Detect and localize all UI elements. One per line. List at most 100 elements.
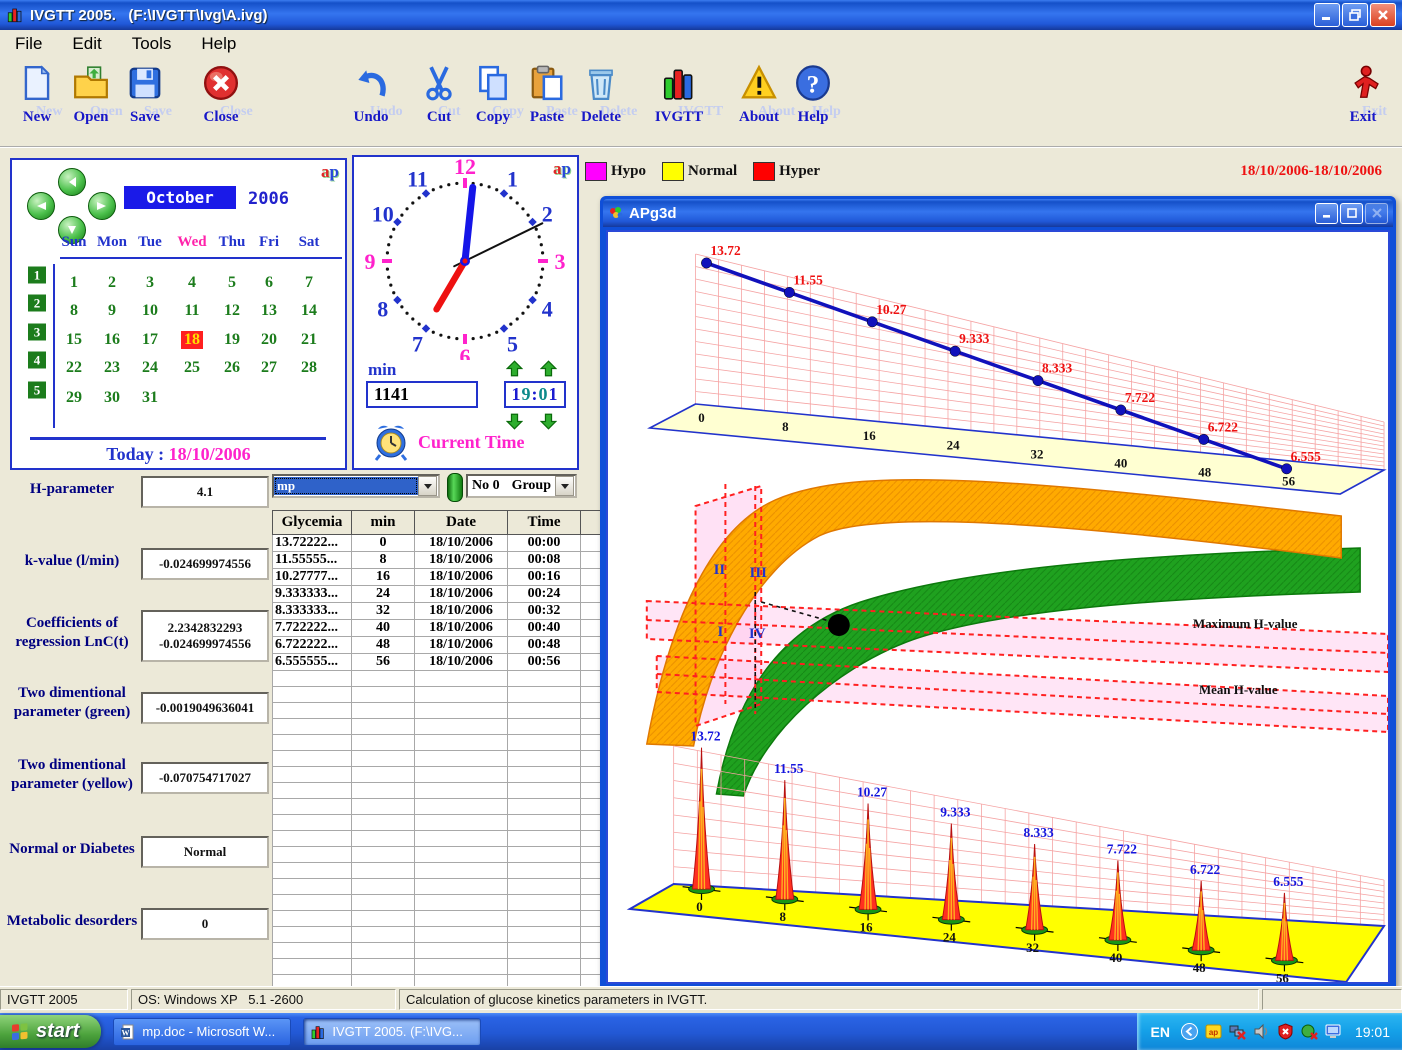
cut-button[interactable]: Cut Cut (412, 64, 466, 126)
calendar-day-cell[interactable]: 13 (258, 302, 280, 320)
table-row[interactable] (272, 798, 603, 815)
minute-down-button[interactable] (539, 413, 558, 430)
calendar-day-cell[interactable]: 24 (139, 359, 161, 377)
calendar-day-cell[interactable]: 22 (63, 359, 85, 377)
table-row[interactable] (272, 878, 603, 895)
table-row[interactable] (272, 782, 603, 799)
paste-button[interactable]: Paste Paste (520, 64, 578, 126)
calendar-day-cell[interactable]: 14 (298, 302, 320, 320)
menu-tools[interactable]: Tools (117, 31, 187, 57)
table-row[interactable]: 7.722222... 40 18/10/2006 00:40 (272, 619, 603, 637)
calendar-month[interactable]: October (124, 186, 236, 209)
hour-down-button[interactable] (505, 413, 524, 430)
table-row[interactable]: 8.333333... 32 18/10/2006 00:32 (272, 602, 603, 620)
hour-up-button[interactable] (505, 360, 524, 377)
calendar-day-cell[interactable]: 6 (262, 274, 276, 292)
minutes-input[interactable]: 1141 (366, 381, 478, 408)
table-row[interactable]: 10.27777... 16 18/10/2006 00:16 (272, 568, 603, 586)
calendar-day-cell[interactable]: 30 (101, 389, 123, 407)
calendar-day-cell[interactable]: 29 (63, 389, 85, 407)
calendar-day-cell[interactable]: 28 (298, 359, 320, 377)
table-row[interactable] (272, 750, 603, 767)
calendar-day-cell[interactable]: 10 (139, 302, 161, 320)
table-row[interactable]: 6.555555... 56 18/10/2006 00:56 (272, 653, 603, 671)
table-row[interactable] (272, 670, 603, 687)
calendar-day-cell[interactable]: 8 (67, 302, 81, 320)
apg3d-maximize-button[interactable] (1340, 202, 1363, 224)
table-row[interactable] (272, 846, 603, 863)
table-row[interactable] (272, 734, 603, 751)
close-file-button[interactable]: Close Close (194, 64, 253, 126)
hide-icons-chevron[interactable] (1180, 1023, 1198, 1040)
menu-edit[interactable]: Edit (57, 31, 116, 57)
calendar-day-cell[interactable]: 23 (101, 359, 123, 377)
calendar-prev-month-button[interactable] (27, 192, 55, 220)
menu-help[interactable]: Help (186, 31, 251, 57)
time-display[interactable]: 19:01 (504, 381, 566, 408)
table-row[interactable]: 9.333333... 24 18/10/2006 00:24 (272, 585, 603, 603)
calendar-day-cell[interactable]: 18 (181, 331, 203, 349)
calendar-day-cell[interactable]: 7 (302, 274, 316, 292)
calendar-day-cell[interactable]: 15 (63, 331, 85, 349)
title-bar[interactable]: IVGTT 2005. (F:\IVGTT\Ivg\A.ivg) (0, 0, 1402, 30)
tray-ap-icon[interactable]: ap (1205, 1023, 1222, 1040)
task-ivgtt[interactable]: IVGTT 2005. (F:\IVG... (303, 1017, 482, 1046)
calendar-day-cell[interactable]: 17 (139, 331, 161, 349)
ivgtt-button[interactable]: IVGTT IVGTT (652, 64, 723, 126)
table-row[interactable] (272, 686, 603, 703)
group-combobox[interactable]: No 0 Group (466, 474, 577, 498)
apg3d-minimize-button[interactable] (1315, 202, 1338, 224)
tray-display-icon[interactable] (1325, 1023, 1342, 1040)
undo-button[interactable]: Undo Undo (344, 64, 403, 126)
table-row[interactable] (272, 830, 603, 847)
patient-combobox[interactable]: mp (272, 474, 440, 498)
table-row[interactable]: 11.55555... 8 18/10/2006 00:08 (272, 551, 603, 569)
table-row[interactable] (272, 766, 603, 783)
exit-button[interactable]: Exit Exit (1336, 64, 1390, 126)
table-row[interactable] (272, 862, 603, 879)
calendar-day-cell[interactable]: 25 (181, 359, 203, 377)
copy-button[interactable]: Copy Copy (466, 64, 524, 126)
calendar-day-cell[interactable]: 11 (181, 302, 202, 320)
save-button[interactable]: Save Save (118, 64, 172, 126)
close-button[interactable] (1370, 3, 1396, 27)
calendar-day-cell[interactable]: 9 (105, 302, 119, 320)
table-row[interactable] (272, 910, 603, 927)
table-row[interactable]: 6.722222... 48 18/10/2006 00:48 (272, 636, 603, 654)
calendar-prev-year-button[interactable] (58, 168, 86, 196)
language-indicator[interactable]: EN (1151, 1024, 1170, 1040)
delete-button[interactable]: Delete Delete (574, 64, 637, 126)
calendar-next-month-button[interactable] (88, 192, 116, 220)
table-row[interactable] (272, 958, 603, 975)
calendar-day-cell[interactable]: 12 (221, 302, 243, 320)
minimize-button[interactable] (1314, 3, 1340, 27)
restore-button[interactable] (1342, 3, 1368, 27)
patient-combobox-arrow[interactable] (418, 476, 437, 496)
taskbar-clock[interactable]: 19:01 (1355, 1024, 1390, 1040)
calendar-day-cell[interactable]: 16 (101, 331, 123, 349)
help-button[interactable]: ? Help Help (786, 64, 841, 126)
calendar-day-cell[interactable]: 1 (67, 274, 81, 292)
group-combobox-arrow[interactable] (555, 476, 574, 496)
minute-up-button[interactable] (539, 360, 558, 377)
calendar-day-cell[interactable]: 31 (139, 389, 161, 407)
calendar-day-cell[interactable]: 2 (105, 274, 119, 292)
start-button[interactable]: start (0, 1015, 102, 1048)
menu-file[interactable]: File (0, 31, 57, 57)
table-row[interactable]: 13.72222... 0 18/10/2006 00:00 (272, 534, 603, 552)
table-row[interactable] (272, 718, 603, 735)
group-indicator-pill[interactable] (447, 473, 463, 502)
table-row[interactable] (272, 942, 603, 959)
table-row[interactable] (272, 894, 603, 911)
calendar-day-cell[interactable]: 4 (185, 274, 199, 292)
calendar-day-cell[interactable]: 19 (221, 331, 243, 349)
calendar-day-cell[interactable]: 5 (225, 274, 239, 292)
calendar-day-cell[interactable]: 27 (258, 359, 280, 377)
new-button[interactable]: New New (10, 64, 64, 126)
tray-volume-icon[interactable] (1253, 1023, 1270, 1040)
table-row[interactable] (272, 702, 603, 719)
glycemia-table[interactable]: Glycemia min Date Time 13.72222... 0 18/10/200… (272, 510, 603, 991)
table-row[interactable] (272, 814, 603, 831)
about-button[interactable]: About About (732, 64, 795, 126)
tray-security-alert-icon[interactable] (1277, 1023, 1294, 1040)
